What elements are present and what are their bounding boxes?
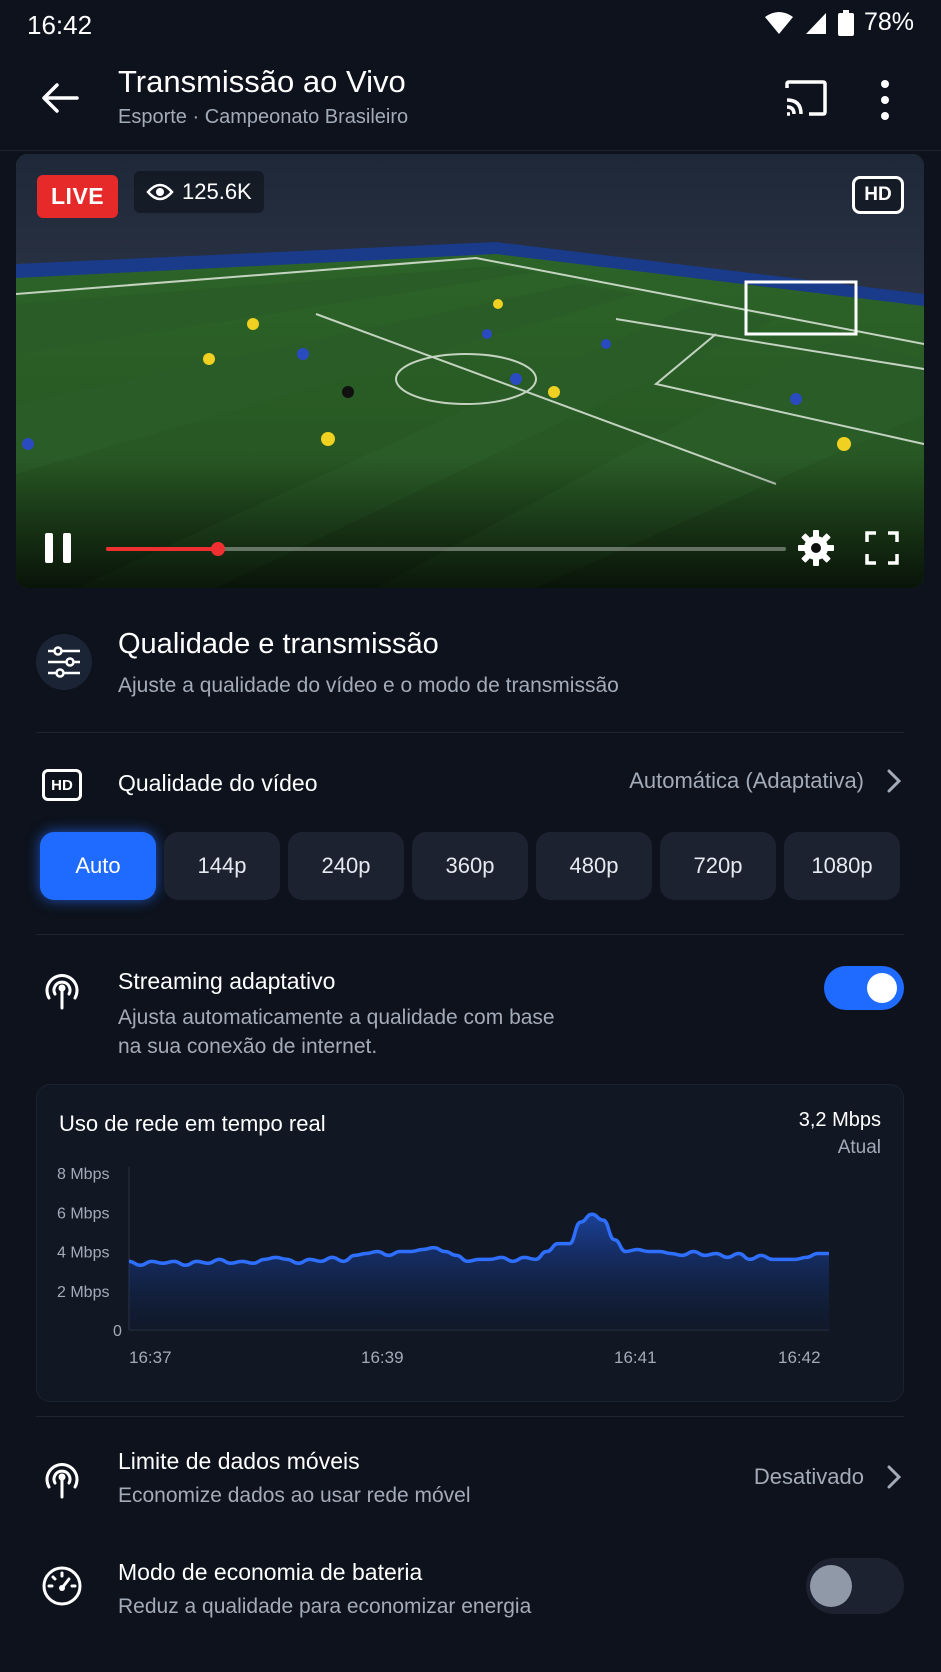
toggle-knob [867,973,897,1003]
battery-icon [837,9,854,36]
cast-icon [785,80,827,116]
progress-fill [106,547,219,551]
adaptive-description-line: na sua conexão de internet. [118,1035,378,1058]
sliders-icon [48,646,80,678]
current-bandwidth-label: Atual [837,1137,881,1158]
divider [36,934,904,935]
mobile-data-value: Desativado [753,1464,864,1489]
adaptive-description-line: Ajusta automaticamente a qualidade com b… [118,1006,555,1029]
video-quality-value: Automática (Adaptativa) [629,768,864,793]
speedometer-icon-container [40,1564,84,1608]
series-line [128,1212,829,1267]
quality-chip[interactable]: 240p [288,832,404,900]
divider [36,732,904,733]
chevron-right-icon [887,1465,902,1489]
y-tick-label: 6 Mbps [57,1205,109,1222]
speedometer-icon [42,1566,82,1606]
back-button[interactable] [38,76,82,120]
series-area [129,1214,829,1330]
battery-percent: 78% [863,8,914,36]
y-tick-label: 4 Mbps [57,1245,109,1262]
battery-saver-description: Reduz a qualidade para economizar energi… [118,1595,532,1618]
chart-title: Uso de rede em tempo real [59,1111,326,1136]
more-options-button[interactable] [870,78,900,122]
y-tick-label: 8 Mbps [57,1166,109,1183]
status-time: 16:42 [27,10,93,40]
quality-chip[interactable]: 720p [660,832,776,900]
viewer-count: 125.6K [134,171,264,213]
quality-chip[interactable]: 360p [412,832,528,900]
video-quality-selector[interactable]: Automática (Adaptativa) [629,768,904,794]
quality-options: Auto 144p 240p 360p 480p 720p 1080p [40,832,900,900]
viewer-count-value: 125.6K [182,179,252,204]
video-quality-title: Qualidade do vídeo [118,770,318,796]
mobile-data-selector[interactable]: Desativado [754,1464,904,1490]
sliders-icon-container [36,634,92,690]
y-tick-label: 0 [113,1323,122,1340]
y-tick-label: 2 Mbps [57,1284,109,1301]
wifi-icon [764,11,793,34]
section-subtitle: Ajuste a qualidade do vídeo e o modo de … [118,674,619,697]
x-tick-label: 16:37 [129,1348,172,1367]
page-title: Transmissão ao Vivo [118,64,406,99]
quality-chip[interactable]: 144p [164,832,280,900]
x-tick-label: 16:42 [778,1348,821,1367]
mobile-data-description: Economize dados ao usar rede móvel [118,1484,471,1507]
current-bandwidth: 3,2 Mbps [798,1109,881,1131]
settings-button[interactable] [796,528,836,568]
network-usage-card: 0 2 Mbps 4 Mbps 6 Mbps 8 Mbps 16:37 16:39 16:41… [36,1084,904,1402]
battery-saver-title: Modo de economia de bateria [118,1559,423,1585]
hd-icon: HD [40,763,84,807]
cast-button[interactable] [784,78,828,122]
eye-icon [146,183,174,201]
more-vertical-icon [881,80,889,120]
video-player[interactable]: LIVE 125.6K HD [16,154,924,588]
adaptive-streaming-title: Streaming adaptativo [118,968,336,994]
broadcast-icon [45,1463,79,1499]
gear-icon [798,530,834,566]
quality-chip[interactable]: 1080p [784,832,900,900]
fullscreen-button[interactable] [864,530,900,566]
x-tick-label: 16:41 [614,1348,657,1367]
adaptive-streaming-toggle[interactable] [824,966,904,1010]
broadcast-icon-container [40,967,84,1011]
hd-badge[interactable]: HD [852,176,904,214]
divider [36,1416,904,1417]
hd-icon-label: HD [42,769,82,801]
broadcast-icon [45,974,79,1010]
arrow-left-icon [42,83,79,113]
x-tick-label: 16:39 [361,1348,404,1367]
cellular-signal-icon [805,12,826,34]
live-badge: LIVE [37,175,119,218]
mobile-data-icon-container [40,1456,84,1500]
video-frame [16,154,924,588]
fullscreen-icon [865,531,899,565]
status-icons: 78% [764,8,914,37]
battery-saver-toggle[interactable] [806,1558,904,1614]
section-title: Qualidade e transmissão [118,628,439,660]
pause-icon [45,533,71,563]
quality-chip[interactable]: 480p [536,832,652,900]
mobile-data-title: Limite de dados móveis [118,1448,360,1474]
adaptive-streaming-description: Ajusta automaticamente a qualidade com b… [118,1003,555,1061]
page-subtitle: Esporte · Campeonato Brasileiro [118,106,409,128]
toggle-knob [810,1565,852,1607]
quality-chip[interactable]: Auto [40,832,156,900]
progress-bar[interactable] [106,542,786,556]
chevron-right-icon [887,769,902,793]
pause-button[interactable] [40,530,76,566]
appbar-divider [0,150,941,151]
